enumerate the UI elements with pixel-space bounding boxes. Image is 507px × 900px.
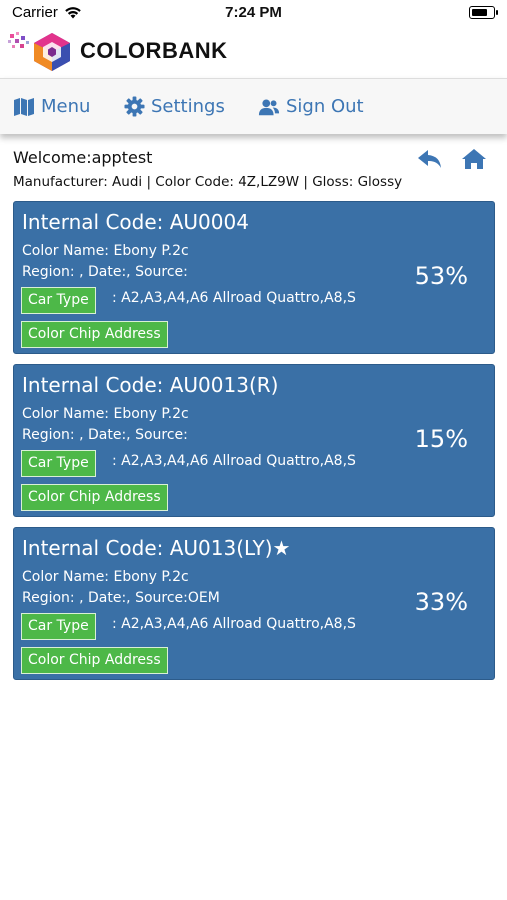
color-chip-address-button[interactable]: Color Chip Address	[21, 484, 168, 511]
welcome-text: Welcome:apptest	[13, 148, 153, 167]
settings-button[interactable]: Settings	[124, 96, 225, 117]
car-models: : A2,A3,A4,A6 Allroad Quattro,A8,S	[112, 616, 356, 632]
status-bar: Carrier 7:24 PM	[0, 0, 507, 28]
users-icon	[258, 98, 280, 115]
header-actions	[417, 148, 487, 170]
menu-label: Menu	[41, 96, 91, 117]
color-name: Color Name: Ebony P.2c	[22, 406, 189, 422]
battery-icon	[469, 6, 498, 19]
match-percent: 33%	[414, 588, 468, 616]
color-chip-address-button[interactable]: Color Chip Address	[21, 647, 168, 674]
car-type-button[interactable]: Car Type	[21, 450, 96, 477]
internal-code: Internal Code: AU0004	[22, 210, 249, 234]
color-chip-address-button[interactable]: Color Chip Address	[21, 321, 168, 348]
match-percent: 53%	[414, 262, 468, 290]
result-card[interactable]: Internal Code: AU0004 Color Name: Ebony …	[13, 201, 495, 354]
sign-out-button[interactable]: Sign Out	[258, 96, 364, 117]
colorbank-logo-icon	[8, 32, 70, 71]
settings-label: Settings	[151, 96, 225, 117]
car-models: : A2,A3,A4,A6 Allroad Quattro,A8,S	[112, 290, 356, 306]
match-percent: 15%	[414, 425, 468, 453]
gear-icon	[124, 96, 145, 117]
internal-code: Internal Code: AU013(LY)★	[22, 536, 291, 560]
car-type-button[interactable]: Car Type	[21, 613, 96, 640]
map-icon	[14, 97, 34, 116]
color-name: Color Name: Ebony P.2c	[22, 243, 189, 259]
back-reply-icon[interactable]	[417, 148, 443, 170]
clock: 7:24 PM	[225, 4, 282, 21]
region-date-source: Region: , Date:, Source:	[22, 427, 188, 443]
menu-button[interactable]: Menu	[13, 96, 90, 117]
region-date-source: Region: , Date:, Source:OEM	[22, 590, 220, 606]
brand-name: COLORBANK	[80, 38, 228, 63]
car-type-button[interactable]: Car Type	[21, 287, 96, 314]
home-icon[interactable]	[461, 148, 487, 170]
sign-out-label: Sign Out	[286, 96, 364, 117]
car-models: : A2,A3,A4,A6 Allroad Quattro,A8,S	[112, 453, 356, 469]
result-card[interactable]: Internal Code: AU013(LY)★ Color Name: Eb…	[13, 527, 495, 680]
region-date-source: Region: , Date:, Source:	[22, 264, 188, 280]
brand-header: COLORBANK	[0, 28, 507, 74]
search-criteria: Manufacturer: Audi | Color Code: 4Z,LZ9W…	[13, 174, 403, 190]
result-card[interactable]: Internal Code: AU0013(R) Color Name: Ebo…	[13, 364, 495, 517]
internal-code: Internal Code: AU0013(R)	[22, 373, 279, 397]
nav-bar: Menu Settings Sign Out	[0, 78, 507, 134]
color-name: Color Name: Ebony P.2c	[22, 569, 189, 585]
